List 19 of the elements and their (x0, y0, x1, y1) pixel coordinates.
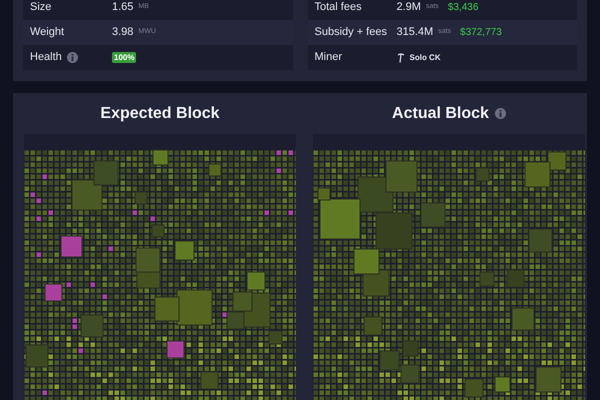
info-icon[interactable] (494, 108, 506, 119)
stat-value: 1.65 (112, 0, 134, 16)
stat-label: Miner (314, 50, 342, 66)
stat-label: Size (30, 0, 52, 16)
stat-label: Total fees (314, 0, 362, 16)
stat-label: Weight (30, 25, 64, 40)
stat-value: 2.9M (396, 0, 421, 16)
block-title: Expected Block (100, 104, 220, 124)
stat-label: Health (30, 50, 62, 66)
health-badge: 100% (112, 52, 136, 63)
fiat-value: $3,436 (448, 1, 478, 15)
stat-value: 315.4M (396, 25, 434, 40)
stat-value: 3.98 (112, 25, 134, 40)
fiat-value: $372,773 (460, 26, 502, 40)
miner-name[interactable]: Solo CK (410, 52, 441, 64)
pickaxe-icon (396, 52, 404, 62)
info-icon[interactable] (66, 52, 78, 63)
block-title: Actual Block (392, 104, 489, 124)
stat-label: Subsidy + fees (314, 25, 387, 40)
